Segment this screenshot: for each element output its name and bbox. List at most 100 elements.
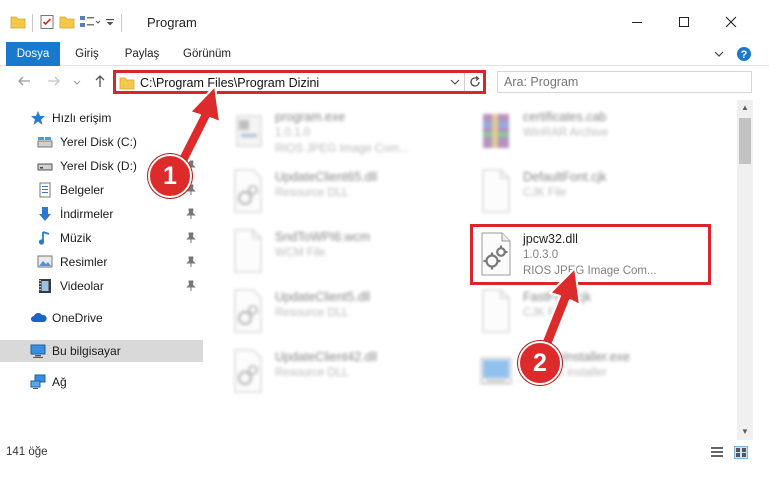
- file-name: FastFont.cjk: [523, 290, 592, 304]
- pin-icon[interactable]: [186, 136, 196, 148]
- file-item-highlighted[interactable]: jpcw32.dll 1.0.3.0 RIOS JPEG Image Com..…: [470, 224, 711, 285]
- sidebar-item-label: Videolar: [60, 279, 104, 293]
- title-bar: Program: [0, 0, 769, 42]
- music-icon: [37, 230, 53, 246]
- tab-paylas[interactable]: Paylaş: [118, 42, 166, 66]
- sidebar-item-downloads[interactable]: İndirmeler: [0, 203, 203, 225]
- file-item[interactable]: SndToWPI6.wcm WCM File: [205, 226, 445, 286]
- status-bar: 141 öğe: [0, 440, 769, 465]
- file-type: WCM File: [275, 247, 326, 259]
- customize-toolbar-icon[interactable]: [105, 14, 115, 33]
- sidebar-item-label: Yerel Disk (C:): [60, 135, 137, 149]
- file-name: UpdateClient5.dll: [275, 290, 371, 304]
- file-name: DefaultFont.cjk: [523, 170, 607, 184]
- drive-icon: [37, 134, 53, 150]
- up-button[interactable]: [90, 71, 110, 93]
- file-description: RIOS JPEG Image Com...: [523, 265, 657, 277]
- sidebar-item-videos[interactable]: Videolar: [0, 275, 203, 297]
- annotation-badge-2: 2: [518, 341, 562, 385]
- forward-button[interactable]: [44, 71, 64, 93]
- minimize-button[interactable]: [622, 10, 652, 36]
- sidebar-item-label: Ağ: [52, 375, 67, 389]
- divider: [121, 14, 122, 32]
- scrollbar-thumb[interactable]: [739, 118, 751, 164]
- sidebar-item-label: Bu bilgisayar: [52, 344, 121, 358]
- file-type: WinRAR Archive: [523, 127, 608, 139]
- sidebar-item-label: Yerel Disk (D:): [60, 159, 137, 173]
- sidebar-item-local-disk-c[interactable]: Yerel Disk (C:): [0, 131, 203, 153]
- address-dropdown-icon[interactable]: [449, 76, 461, 91]
- file-item[interactable]: DefaultFont.cjk CJK File: [453, 166, 693, 226]
- file-name: UpdateClient42.dll: [275, 350, 378, 364]
- details-view-icon[interactable]: [710, 446, 724, 459]
- file-type: Resource DLL: [275, 187, 349, 199]
- document-icon: [37, 182, 53, 198]
- file-name: program.exe: [275, 110, 346, 124]
- scroll-up-icon[interactable]: ▲: [737, 100, 753, 116]
- search-input[interactable]: [504, 74, 744, 90]
- tab-dosya[interactable]: Dosya: [6, 42, 60, 66]
- pin-icon[interactable]: [186, 256, 196, 268]
- sidebar-item-music[interactable]: Müzik: [0, 227, 203, 249]
- sidebar-item-label: Müzik: [60, 231, 92, 245]
- expand-ribbon-button[interactable]: [711, 46, 727, 62]
- file-version: 1.0.3.0: [523, 249, 559, 261]
- pin-icon[interactable]: [186, 208, 196, 220]
- sidebar-item-quick-access[interactable]: Hızlı erişim: [0, 107, 203, 129]
- quick-access-toolbar: [10, 12, 124, 34]
- address-path[interactable]: C:\Program Files\Program Dizini: [140, 76, 319, 90]
- scroll-down-icon[interactable]: ▼: [737, 424, 753, 440]
- file-item[interactable]: UpdateInstaller.exe updates installer: [453, 346, 693, 406]
- folder-icon[interactable]: [10, 14, 26, 33]
- search-box[interactable]: [497, 71, 752, 93]
- installer-icon: [475, 348, 515, 394]
- refresh-icon[interactable]: [468, 75, 482, 92]
- back-button[interactable]: [14, 71, 34, 93]
- pin-icon[interactable]: [186, 232, 196, 244]
- file-name: UpdateClient65.dll: [275, 170, 378, 184]
- tab-gorunum[interactable]: Görünüm: [176, 42, 238, 66]
- file-name: SndToWPI6.wcm: [275, 230, 371, 244]
- sidebar-item-label: Belgeler: [60, 183, 105, 197]
- file-version: 1.0.1.0: [275, 127, 311, 139]
- sidebar-item-onedrive[interactable]: OneDrive: [0, 307, 203, 329]
- tab-giris[interactable]: Giriş: [66, 42, 108, 66]
- file-name: jpcw32.dll: [523, 232, 578, 246]
- file-item[interactable]: FastFont.cjk CJK File: [453, 286, 693, 346]
- new-folder-icon[interactable]: [59, 14, 75, 33]
- exe-icon: [227, 108, 267, 154]
- dll-icon: [227, 168, 267, 214]
- file-item[interactable]: UpdateClient65.dll Resource DLL: [205, 166, 445, 226]
- help-icon: ?: [736, 47, 752, 65]
- pin-icon[interactable]: [186, 280, 196, 292]
- window-bottom-edge: [0, 465, 769, 479]
- large-icons-view-icon[interactable]: [734, 446, 748, 459]
- file-description: RIOS JPEG Image Com...: [275, 143, 409, 155]
- file-type: CJK File: [523, 307, 567, 319]
- sidebar-item-pictures[interactable]: Resimler: [0, 251, 203, 273]
- maximize-icon: [678, 16, 690, 31]
- properties-icon[interactable]: [39, 14, 55, 33]
- arrow-right-icon: [46, 73, 62, 92]
- maximize-button[interactable]: [669, 10, 699, 36]
- sidebar-item-label: OneDrive: [52, 311, 103, 325]
- navigation-bar: C:\Program Files\Program Dizini: [0, 66, 769, 98]
- file-item[interactable]: certificates.cab WinRAR Archive: [453, 106, 693, 166]
- download-icon: [37, 206, 53, 222]
- close-button[interactable]: [716, 10, 746, 36]
- dll-icon: [227, 288, 267, 334]
- file-item[interactable]: program.exe 1.0.1.0 RIOS JPEG Image Com.…: [205, 106, 445, 166]
- navigation-pane: Hızlı erişim Yerel Disk (C:) Yerel Disk …: [0, 100, 203, 440]
- sidebar-item-this-pc[interactable]: Bu bilgisayar: [0, 340, 203, 362]
- sidebar-item-network[interactable]: Ağ: [0, 371, 203, 393]
- drive-icon: [37, 158, 53, 174]
- arrow-left-icon: [16, 73, 32, 92]
- recent-locations-button[interactable]: [70, 71, 84, 93]
- address-bar[interactable]: C:\Program Files\Program Dizini: [113, 70, 486, 94]
- file-item[interactable]: UpdateClient5.dll Resource DLL: [205, 286, 445, 346]
- vertical-scrollbar[interactable]: ▲ ▼: [737, 100, 753, 440]
- file-item[interactable]: UpdateClient42.dll Resource DLL: [205, 346, 445, 406]
- arrow-up-icon: [92, 73, 108, 92]
- help-button[interactable]: ?: [736, 46, 752, 62]
- view-options-icon[interactable]: [79, 14, 101, 33]
